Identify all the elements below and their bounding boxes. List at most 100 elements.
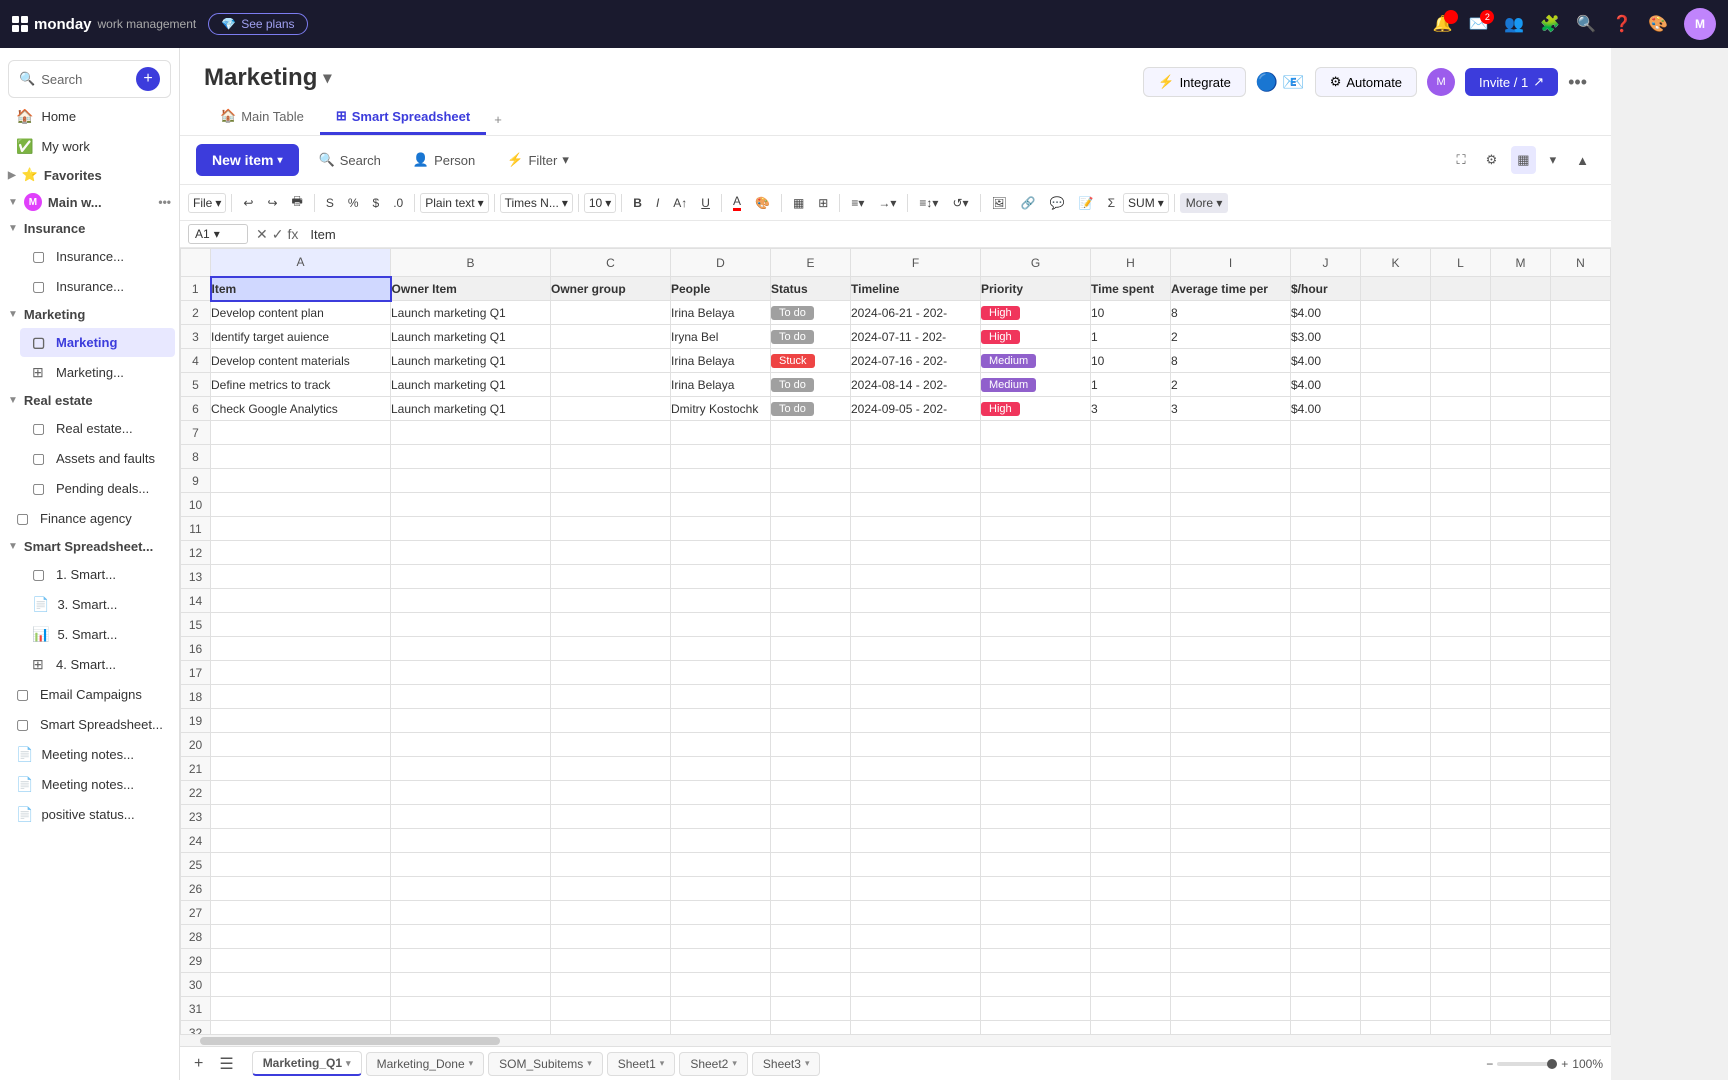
- cell-15-J[interactable]: [1291, 613, 1361, 637]
- cell-32-E[interactable]: [771, 1021, 851, 1035]
- cell-17-D[interactable]: [671, 661, 771, 685]
- cell-4-E[interactable]: Stuck: [771, 349, 851, 373]
- cell-21-H[interactable]: [1091, 757, 1171, 781]
- cell-5-K[interactable]: [1361, 373, 1431, 397]
- cell-26-L[interactable]: [1431, 877, 1491, 901]
- apps-icon[interactable]: 🧩: [1540, 14, 1560, 34]
- cell-13-N[interactable]: [1551, 565, 1611, 589]
- cell-2-E[interactable]: To do: [771, 301, 851, 325]
- cell-7-C[interactable]: [551, 421, 671, 445]
- row-header-23[interactable]: 23: [181, 805, 211, 829]
- sheet-tab-sheet1[interactable]: Sheet1 ▾: [607, 1052, 676, 1076]
- insert-comment2-button[interactable]: 📝: [1073, 193, 1100, 213]
- cell-19-C[interactable]: [551, 709, 671, 733]
- cell-9-G[interactable]: [981, 469, 1091, 493]
- inbox-icon[interactable]: ✉️2: [1468, 14, 1488, 34]
- cell-11-M[interactable]: [1491, 517, 1551, 541]
- cell-11-L[interactable]: [1431, 517, 1491, 541]
- insert-formula-button[interactable]: Σ: [1102, 193, 1121, 213]
- cell-14-F[interactable]: [851, 589, 981, 613]
- cell-25-L[interactable]: [1431, 853, 1491, 877]
- cell-6-D[interactable]: Dmitry Kostochk: [671, 397, 771, 421]
- cell-26-J[interactable]: [1291, 877, 1361, 901]
- col-header-I[interactable]: I: [1171, 249, 1291, 277]
- cell-27-H[interactable]: [1091, 901, 1171, 925]
- cell-8-E[interactable]: [771, 445, 851, 469]
- row-header-14[interactable]: 14: [181, 589, 211, 613]
- cell-25-E[interactable]: [771, 853, 851, 877]
- row-header-3[interactable]: 3: [181, 325, 211, 349]
- cell-1-B[interactable]: Owner Item: [391, 277, 551, 301]
- cell-28-B[interactable]: [391, 925, 551, 949]
- cell-15-E[interactable]: [771, 613, 851, 637]
- zoom-in-icon[interactable]: +: [1561, 1057, 1568, 1071]
- sheet-tab-sheet2[interactable]: Sheet2 ▾: [679, 1052, 748, 1076]
- cell-5-E[interactable]: To do: [771, 373, 851, 397]
- cell-32-K[interactable]: [1361, 1021, 1431, 1035]
- cell-17-C[interactable]: [551, 661, 671, 685]
- cell-31-B[interactable]: [391, 997, 551, 1021]
- cell-8-B[interactable]: [391, 445, 551, 469]
- cell-31-G[interactable]: [981, 997, 1091, 1021]
- sidebar-item-marketing2[interactable]: ⊞ Marketing...: [20, 358, 175, 387]
- row-header-28[interactable]: 28: [181, 925, 211, 949]
- cell-24-K[interactable]: [1361, 829, 1431, 853]
- cell-3-J[interactable]: $3.00: [1291, 325, 1361, 349]
- row-header-30[interactable]: 30: [181, 973, 211, 997]
- cell-12-J[interactable]: [1291, 541, 1361, 565]
- cell-16-N[interactable]: [1551, 637, 1611, 661]
- cell-4-K[interactable]: [1361, 349, 1431, 373]
- cell-1-E[interactable]: Status: [771, 277, 851, 301]
- cell-5-H[interactable]: 1: [1091, 373, 1171, 397]
- cell-13-H[interactable]: [1091, 565, 1171, 589]
- cell-18-H[interactable]: [1091, 685, 1171, 709]
- cell-13-L[interactable]: [1431, 565, 1491, 589]
- search-icon[interactable]: 🔍: [1576, 14, 1596, 34]
- undo-button[interactable]: ↩: [237, 193, 259, 213]
- row-header-2[interactable]: 2: [181, 301, 211, 325]
- cell-3-I[interactable]: 2: [1171, 325, 1291, 349]
- font-size-select[interactable]: 10 ▾: [584, 193, 616, 213]
- sidebar-item-marketing[interactable]: ▢ Marketing: [20, 328, 175, 357]
- cell-3-M[interactable]: [1491, 325, 1551, 349]
- cell-18-F[interactable]: [851, 685, 981, 709]
- cell-1-N[interactable]: [1551, 277, 1611, 301]
- cell-26-A[interactable]: [211, 877, 391, 901]
- cell-2-L[interactable]: [1431, 301, 1491, 325]
- cell-19-K[interactable]: [1361, 709, 1431, 733]
- cell-13-I[interactable]: [1171, 565, 1291, 589]
- cell-11-B[interactable]: [391, 517, 551, 541]
- col-header-N[interactable]: N: [1551, 249, 1611, 277]
- cell-7-E[interactable]: [771, 421, 851, 445]
- row-header-15[interactable]: 15: [181, 613, 211, 637]
- col-header-H[interactable]: H: [1091, 249, 1171, 277]
- cell-24-G[interactable]: [981, 829, 1091, 853]
- cell-3-D[interactable]: Iryna Bel: [671, 325, 771, 349]
- sidebar-item-positive[interactable]: 📄 positive status...: [4, 800, 175, 829]
- user-avatar[interactable]: M: [1427, 68, 1455, 96]
- cell-30-M[interactable]: [1491, 973, 1551, 997]
- cell-16-J[interactable]: [1291, 637, 1361, 661]
- cell-19-N[interactable]: [1551, 709, 1611, 733]
- cell-3-K[interactable]: [1361, 325, 1431, 349]
- cell-28-E[interactable]: [771, 925, 851, 949]
- cell-12-F[interactable]: [851, 541, 981, 565]
- cell-28-M[interactable]: [1491, 925, 1551, 949]
- cell-19-M[interactable]: [1491, 709, 1551, 733]
- expand-icon[interactable]: ⛶: [1451, 146, 1472, 174]
- invite-button[interactable]: Invite / 1 ↗: [1465, 68, 1558, 96]
- cell-31-N[interactable]: [1551, 997, 1611, 1021]
- more-options-icon[interactable]: •••: [1568, 72, 1587, 93]
- cell-7-A[interactable]: [211, 421, 391, 445]
- cell-1-M[interactable]: [1491, 277, 1551, 301]
- cell-30-N[interactable]: [1551, 973, 1611, 997]
- cell-5-D[interactable]: Irina Belaya: [671, 373, 771, 397]
- cell-15-K[interactable]: [1361, 613, 1431, 637]
- cell-11-H[interactable]: [1091, 517, 1171, 541]
- print-button[interactable]: 🖶: [286, 189, 309, 216]
- add-workspace-button[interactable]: +: [136, 67, 160, 91]
- row-header-11[interactable]: 11: [181, 517, 211, 541]
- cell-11-K[interactable]: [1361, 517, 1431, 541]
- sheet-tab-som[interactable]: SOM_Subitems ▾: [488, 1052, 603, 1076]
- cell-1-L[interactable]: [1431, 277, 1491, 301]
